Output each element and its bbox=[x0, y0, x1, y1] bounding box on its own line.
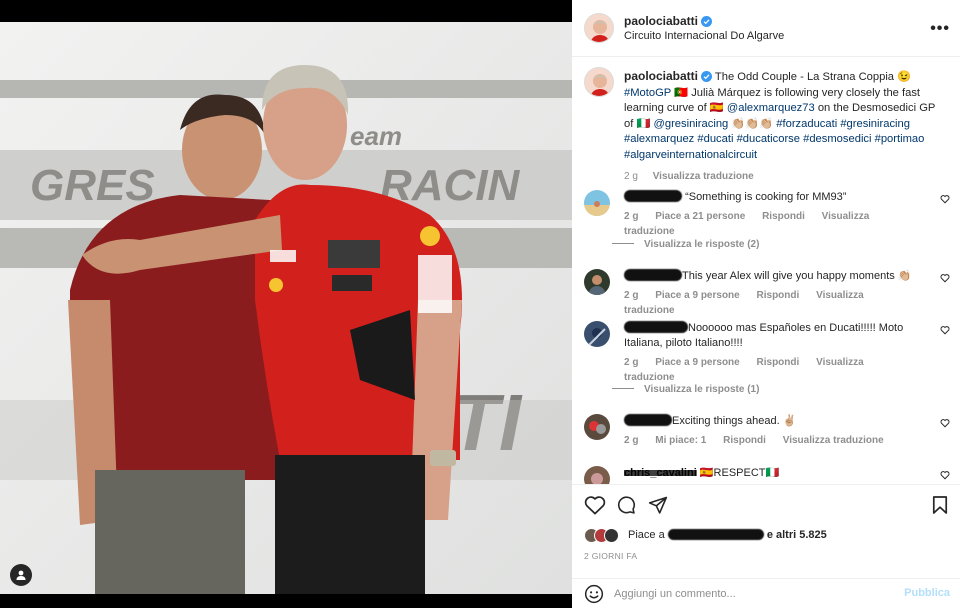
caption-hashtags[interactable]: #algarveinternationalcircuit bbox=[624, 149, 757, 161]
reply-button[interactable]: Rispondi bbox=[762, 211, 805, 222]
post-actions: Piace a e altri 5.825 2 GIORNI FA bbox=[572, 484, 960, 578]
caption-time[interactable]: 2 g bbox=[624, 171, 638, 182]
hashtag-motogp[interactable]: #MotoGP bbox=[624, 87, 671, 99]
comment-text: Exciting things ahead. ✌🏼 bbox=[672, 415, 797, 427]
comment-time[interactable]: 2 g bbox=[624, 435, 638, 446]
comment-likes[interactable]: Piace a 9 persone bbox=[655, 357, 740, 368]
post-side-panel: paolociabatti Circuito Internacional Do … bbox=[572, 0, 960, 608]
caption-text: 🇵🇹 Julià Márquez is following very close… bbox=[674, 86, 921, 99]
author-username[interactable]: paolociabatti bbox=[624, 14, 698, 28]
author-avatar[interactable] bbox=[584, 13, 614, 43]
caption-meta: 2 g Visualizza traduzione bbox=[624, 169, 948, 185]
comment-likes[interactable]: Piace a 9 persone bbox=[655, 290, 740, 301]
liker-username-redacted[interactable] bbox=[667, 529, 764, 540]
commenter-avatar[interactable] bbox=[584, 414, 610, 440]
replies-divider bbox=[612, 388, 634, 389]
commenter-username-redacted[interactable] bbox=[624, 414, 672, 426]
comment-likes[interactable]: Piace a 21 persone bbox=[655, 211, 745, 222]
comment-meta: 2 g Piace a 9 persone Rispondi Visualizz… bbox=[624, 355, 924, 385]
heart-icon[interactable] bbox=[940, 325, 950, 335]
view-replies[interactable]: Visualizza le risposte (1) bbox=[612, 384, 759, 395]
commenter-username-redacted[interactable] bbox=[624, 269, 682, 281]
heart-icon[interactable] bbox=[940, 470, 950, 480]
verified-icon bbox=[701, 16, 713, 27]
comment-translate[interactable]: Visualizza traduzione bbox=[783, 435, 884, 446]
comments-scroll[interactable]: paolociabatti The Odd Couple - La Strana… bbox=[572, 57, 960, 484]
comment-text: 🇪🇸RESPECT🇮🇹 bbox=[699, 467, 780, 479]
publish-button[interactable]: Pubblica bbox=[904, 587, 950, 599]
replies-divider bbox=[612, 243, 634, 244]
comment-text: This year Alex will give you happy momen… bbox=[682, 270, 912, 282]
comment-meta: 2 g Piace a 21 persone Rispondi Visualiz… bbox=[624, 209, 924, 239]
view-replies[interactable]: Visualizza le risposte (2) bbox=[612, 239, 759, 250]
mention-alexmarquez73[interactable]: @alexmarquez73 bbox=[727, 102, 815, 114]
post-location[interactable]: Circuito Internacional Do Algarve bbox=[624, 30, 784, 42]
photo-illustration: GRES RACIN eam TI bbox=[0, 0, 572, 608]
commenter-username-redacted[interactable] bbox=[624, 190, 682, 202]
commenter-avatar[interactable] bbox=[584, 190, 610, 216]
reply-button[interactable]: Rispondi bbox=[757, 357, 800, 368]
reply-button[interactable]: Rispondi bbox=[757, 290, 800, 301]
commenter-username-redacted[interactable] bbox=[624, 321, 688, 333]
caption-username[interactable]: paolociabatti bbox=[624, 69, 698, 83]
comment-likes[interactable]: Mi piace: 1 bbox=[655, 435, 706, 446]
comment-time[interactable]: 2 g bbox=[624, 290, 638, 301]
likers-avatars bbox=[584, 528, 626, 544]
comment-meta: 2 g Mi piace: 1 Rispondi Visualizza trad… bbox=[624, 433, 924, 448]
comment-input[interactable] bbox=[614, 584, 884, 604]
caption-translate[interactable]: Visualizza traduzione bbox=[653, 171, 754, 182]
comment-time[interactable]: 2 g bbox=[624, 211, 638, 222]
more-icon[interactable]: ••• bbox=[930, 20, 950, 38]
caption-text: learning curve of 🇪🇸 bbox=[624, 102, 724, 114]
verified-icon bbox=[701, 71, 713, 82]
caption-avatar[interactable] bbox=[584, 67, 614, 97]
heart-icon[interactable] bbox=[940, 273, 950, 283]
caption-hashtags[interactable]: #alexmarquez #ducati #ducaticorse #desmo… bbox=[624, 133, 924, 145]
caption-hashtags[interactable]: @gresiniracing 👏🏼👏🏼👏🏼 #forzaducati #gres… bbox=[653, 118, 910, 130]
post-date[interactable]: 2 GIORNI FA bbox=[584, 551, 637, 561]
heart-icon[interactable] bbox=[584, 495, 606, 515]
svg-text:eam: eam bbox=[350, 121, 402, 151]
caption-title: The Odd Couple - La Strana Coppia 😉 bbox=[714, 71, 912, 83]
comment-text: Italiana, piloto Italiano!!!! bbox=[624, 337, 743, 349]
share-icon[interactable] bbox=[648, 495, 668, 515]
bookmark-icon[interactable] bbox=[932, 495, 948, 515]
reply-button[interactable]: Rispondi bbox=[723, 435, 766, 446]
user-tag-icon[interactable] bbox=[10, 564, 32, 586]
instagram-post-modal: GRES RACIN eam TI paolociabatti Circuito… bbox=[0, 0, 960, 608]
caption-text: on the Desmosedici GP bbox=[817, 102, 936, 114]
emoji-icon[interactable] bbox=[584, 584, 604, 604]
svg-text:GRES: GRES bbox=[30, 161, 155, 210]
comment-text: “Something is cooking for MM93” bbox=[685, 191, 847, 203]
commenter-avatar[interactable] bbox=[584, 466, 610, 484]
likes-prefix: Piace a bbox=[628, 529, 665, 541]
comment-composer: Pubblica bbox=[572, 578, 960, 608]
comment-time[interactable]: 2 g bbox=[624, 357, 638, 368]
commenter-avatar[interactable] bbox=[584, 321, 610, 347]
view-replies-label: Visualizza le risposte (2) bbox=[644, 239, 760, 250]
commenter-avatar[interactable] bbox=[584, 269, 610, 295]
post-photo[interactable]: GRES RACIN eam TI bbox=[0, 0, 572, 608]
comment-text: Noooooo mas Españoles en Ducati!!!!! Mot… bbox=[688, 322, 904, 334]
heart-icon[interactable] bbox=[940, 194, 950, 204]
view-replies-label: Visualizza le risposte (1) bbox=[644, 384, 760, 395]
caption-text: of 🇮🇹 bbox=[624, 117, 651, 130]
comment-meta: 2 g Piace a 9 persone Rispondi Visualizz… bbox=[624, 288, 924, 318]
likes-count[interactable]: e altri 5.825 bbox=[767, 529, 827, 541]
heart-icon[interactable] bbox=[940, 418, 950, 428]
post-header: paolociabatti Circuito Internacional Do … bbox=[572, 0, 960, 57]
post-caption: paolociabatti The Odd Couple - La Strana… bbox=[624, 69, 948, 185]
commenter-username[interactable]: chris_cavalini bbox=[624, 466, 697, 481]
comment-icon[interactable] bbox=[616, 495, 636, 515]
